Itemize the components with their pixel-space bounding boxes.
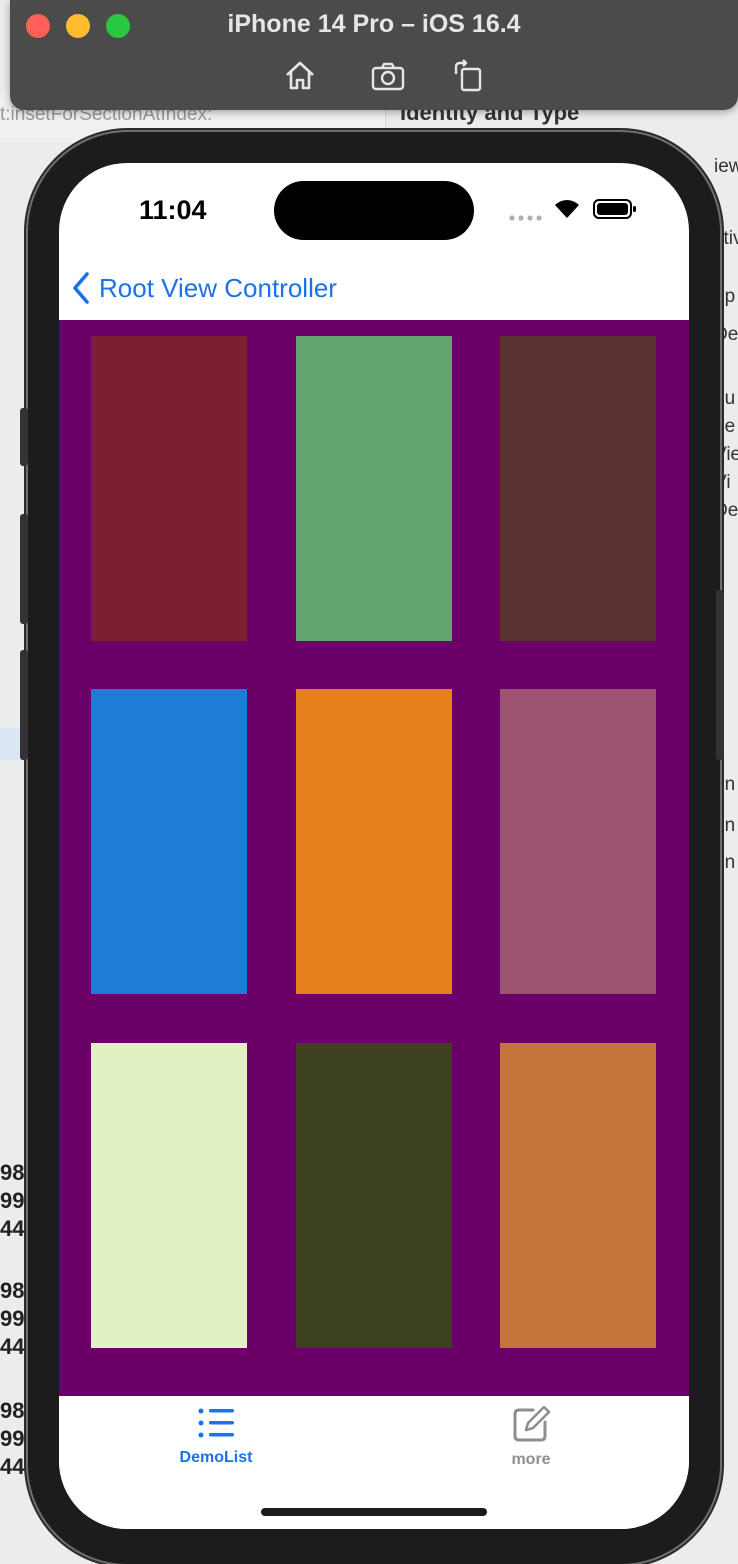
xcode-console-number: 99: [0, 1188, 25, 1213]
xcode-console-number: 44: [0, 1216, 25, 1241]
collection-cell[interactable]: [296, 1043, 452, 1348]
xcode-inspector-fragment: iewDe: [714, 156, 738, 177]
wifi-icon: [553, 197, 581, 224]
collection-cell[interactable]: [91, 336, 247, 641]
list-icon: [198, 1408, 234, 1438]
power-button[interactable]: [716, 590, 724, 760]
collection-cell[interactable]: [296, 689, 452, 994]
collection-cell[interactable]: [500, 336, 656, 641]
collection-cell[interactable]: [91, 689, 247, 994]
back-button[interactable]: Root View Controller: [71, 268, 337, 308]
collection-cell[interactable]: [91, 1043, 247, 1348]
signal-dots-icon: [509, 209, 543, 227]
collection-cell[interactable]: [500, 689, 656, 994]
home-indicator[interactable]: [261, 1508, 487, 1516]
back-button-label: Root View Controller: [99, 272, 337, 303]
status-bar: 11:04: [59, 163, 689, 258]
tab-demolist[interactable]: DemoList: [146, 1406, 286, 1476]
home-icon[interactable]: [282, 58, 318, 94]
xcode-console-number: 98: [0, 1278, 25, 1303]
volume-up-button[interactable]: [20, 514, 28, 624]
status-time: 11:04: [139, 195, 207, 225]
rotate-icon[interactable]: [450, 58, 486, 94]
collection-cell[interactable]: [296, 336, 452, 641]
tab-demolist-label: DemoList: [179, 1449, 253, 1466]
xcode-console-number: 99: [0, 1306, 25, 1331]
navigation-bar: Root View Controller: [59, 258, 689, 320]
collection-view[interactable]: [59, 320, 689, 1396]
simulator-title: iPhone 14 Pro – iOS 16.4: [227, 10, 521, 38]
collection-cell[interactable]: [500, 1043, 656, 1348]
simulator-title-bar: iPhone 14 Pro – iOS 16.4: [10, 0, 738, 110]
volume-down-button[interactable]: [20, 650, 28, 760]
battery-icon: [593, 199, 637, 224]
action-button[interactable]: [20, 408, 28, 466]
dynamic-island: [274, 181, 474, 240]
compose-icon: [513, 1405, 551, 1442]
chevron-left-icon: [73, 272, 89, 304]
xcode-console-number: 44: [0, 1334, 25, 1359]
tab-more[interactable]: more: [461, 1405, 601, 1476]
xcode-console-number: 98: [0, 1160, 25, 1185]
xcode-console-number: 44: [0, 1454, 25, 1479]
tab-more-label: more: [511, 1451, 551, 1468]
screenshot-icon[interactable]: [370, 58, 406, 94]
xcode-console-number: 98: [0, 1398, 25, 1423]
device-screen: 11:04 Root View Controller DemoList more: [59, 163, 689, 1529]
xcode-console-number: 99: [0, 1426, 25, 1451]
